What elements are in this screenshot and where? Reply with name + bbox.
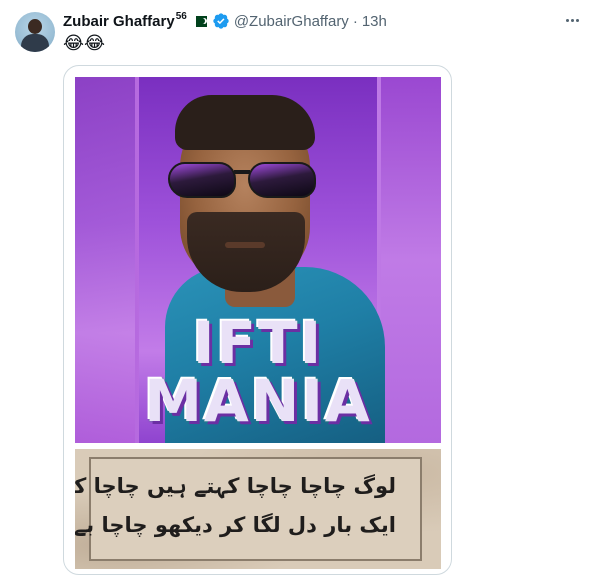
sunglasses-left-lens — [168, 162, 236, 198]
pakistan-flag-icon — [191, 15, 207, 27]
more-dot — [575, 18, 579, 22]
poster-mouth — [225, 242, 265, 248]
poster-hair — [175, 95, 315, 150]
poster-image[interactable]: IFTI MANIA — [75, 77, 441, 443]
more-dot — [570, 18, 574, 22]
tweet[interactable]: Zubair Ghaffary 56 @ZubairGhaffary · 13h… — [0, 0, 592, 582]
tweet-timestamp[interactable]: 13h — [362, 13, 387, 30]
sunglasses-bridge — [234, 170, 250, 174]
signboard-frame — [89, 457, 422, 561]
signboard-text-line2: ایک بار دل لگا کر دیکھو چاچا بے وفا نہیں — [75, 513, 396, 537]
verified-badge-icon — [213, 13, 229, 29]
sunglasses — [168, 162, 318, 202]
tweet-text: 😂😂 — [63, 33, 106, 53]
signboard-text-line1: لوگ چاچا چاچا کہتے ہیں چاچا کو پرواہ نہی… — [75, 474, 396, 498]
separator-dot: · — [352, 12, 358, 30]
avatar-head — [28, 19, 42, 34]
avatar[interactable] — [15, 12, 55, 52]
more-options-icon[interactable] — [563, 11, 581, 29]
more-dot — [565, 18, 569, 22]
tweet-media[interactable]: IFTI MANIA لوگ چاچا چاچا کہتے ہیں چاچا ک… — [63, 65, 452, 575]
poster-title-line2: MANIA — [144, 367, 372, 435]
author-name-superscript: 56 — [175, 10, 187, 22]
sunglasses-right-lens — [248, 162, 316, 198]
author-handle[interactable]: @ZubairGhaffary — [234, 13, 349, 30]
signboard-image[interactable]: لوگ چاچا چاچا کہتے ہیں چاچا کو پرواہ نہی… — [75, 449, 441, 569]
avatar-body — [21, 34, 49, 52]
author-name[interactable]: Zubair Ghaffary — [63, 13, 175, 30]
tweet-header: Zubair Ghaffary 56 @ZubairGhaffary · 13h — [63, 10, 387, 32]
